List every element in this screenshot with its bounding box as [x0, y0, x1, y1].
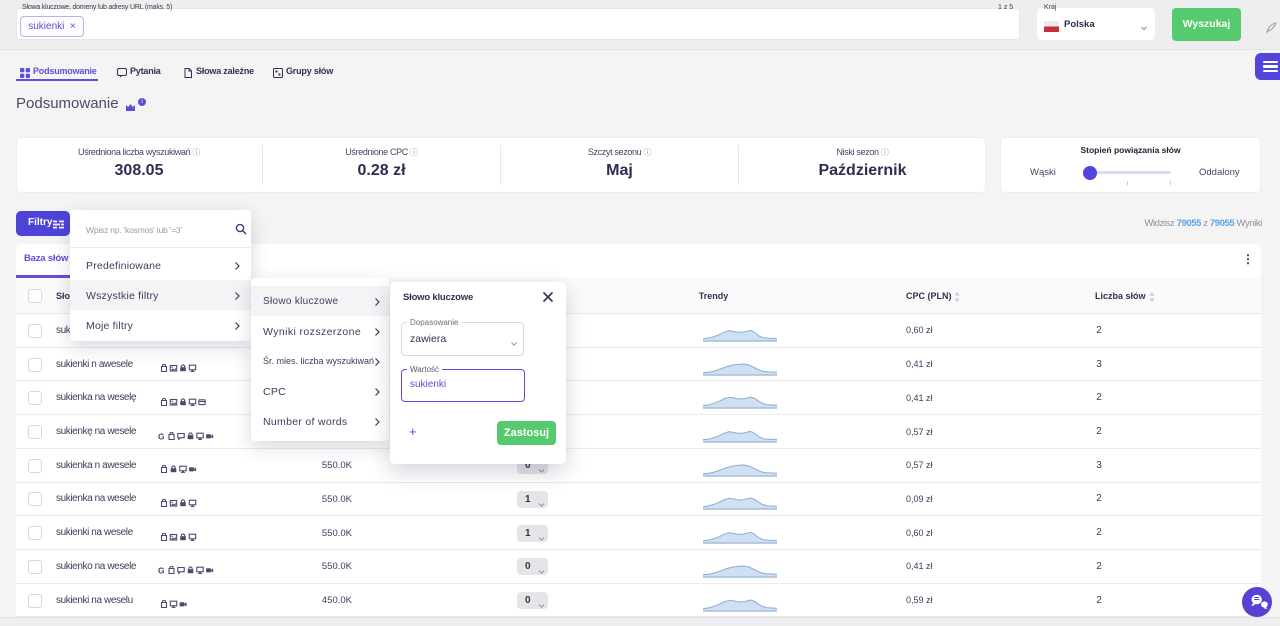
svg-text:G: G — [158, 432, 165, 441]
svg-text:G: G — [158, 566, 165, 575]
